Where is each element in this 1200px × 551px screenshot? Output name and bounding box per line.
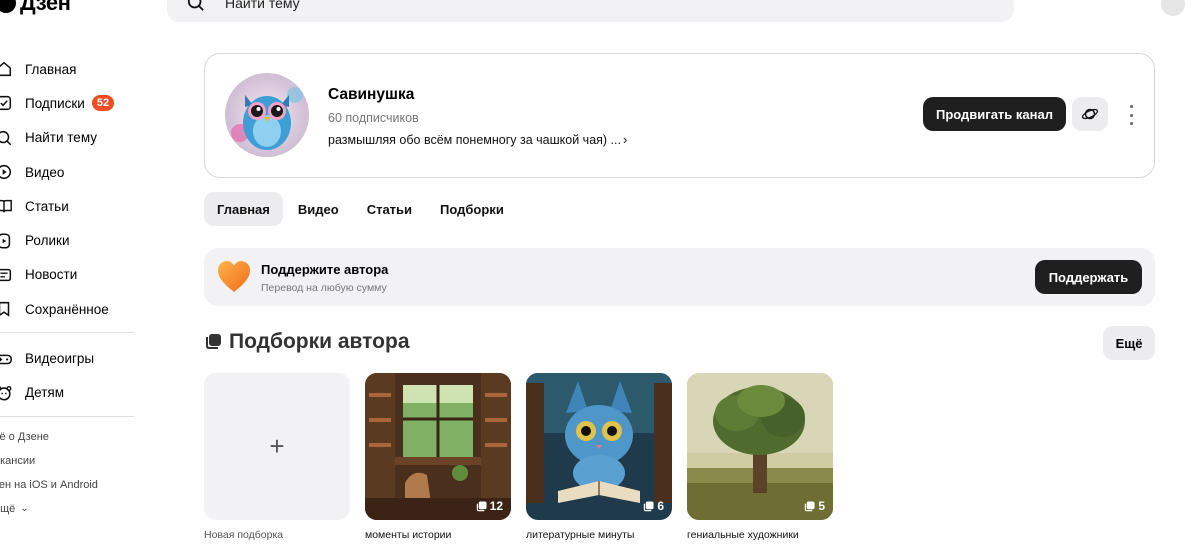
collections-more-button[interactable]: Ещё xyxy=(1103,326,1155,360)
collection-caption: моменты истории xyxy=(365,529,452,541)
sidebar-item-articles[interactable]: Статьи xyxy=(0,189,134,223)
clips-icon xyxy=(0,231,14,251)
support-subtitle: Перевод на любую сумму xyxy=(261,282,387,294)
collection-thumbnail[interactable]: 12 xyxy=(365,373,511,520)
channel-subscribers: 60 подписчиков xyxy=(328,111,419,125)
collection-caption: гениальные художники xyxy=(687,529,799,541)
collections-section-title: Подборки автора xyxy=(204,330,410,354)
footer-link-apps[interactable]: зен на iOS и Android xyxy=(0,473,134,497)
collections-icon xyxy=(206,334,221,349)
sidebar-item-home[interactable]: Главная xyxy=(0,52,134,86)
footer-more-label: ещё xyxy=(0,502,16,515)
sidebar-item-saved[interactable]: Сохранённое xyxy=(0,292,134,326)
sidebar-item-label: Статьи xyxy=(25,198,69,214)
sidebar-item-label: Видеоигры xyxy=(25,351,95,367)
collection-count-value: 5 xyxy=(818,499,825,513)
collections-list: + Новая подборка 12 моменты истории 6 ли… xyxy=(204,373,833,541)
more-options-icon[interactable] xyxy=(1126,105,1136,125)
sidebar-divider xyxy=(0,415,134,417)
planet-icon xyxy=(1081,108,1099,120)
search-icon xyxy=(0,128,14,148)
promote-channel-button[interactable]: Продвигать канал xyxy=(923,97,1066,131)
collection-card[interactable]: 5 гениальные художники xyxy=(687,373,833,541)
collections-title-text: Подборки автора xyxy=(229,330,410,353)
collection-card[interactable]: 6 литературные минуты xyxy=(526,373,672,541)
bookmark-icon xyxy=(0,299,14,319)
footer-link-more[interactable]: ещё ⌄ xyxy=(0,497,134,521)
sidebar-item-video[interactable]: Видео xyxy=(0,155,134,189)
news-icon xyxy=(0,265,14,285)
dzen-logo[interactable]: Дзен xyxy=(0,0,71,16)
channel-description[interactable]: размышляя обо всём понемногу за чашкой ч… xyxy=(328,132,627,147)
dzen-logo-icon xyxy=(0,0,16,13)
support-button[interactable]: Поддержать xyxy=(1035,260,1142,294)
support-author-banner: Поддержите автора Перевод на любую сумму… xyxy=(204,248,1155,306)
heart-icon xyxy=(218,261,250,292)
collection-count-value: 12 xyxy=(489,499,503,513)
collection-caption: литературные минуты xyxy=(526,529,635,541)
tab-collections[interactable]: Подборки xyxy=(427,192,517,226)
collection-thumbnail[interactable]: 6 xyxy=(526,373,672,520)
logo-text: Дзен xyxy=(20,0,71,15)
sidebar-item-label: Подписки xyxy=(25,95,85,111)
sidebar-item-kids[interactable]: Детям xyxy=(0,376,134,410)
search-bar[interactable]: Найти тему xyxy=(167,0,1014,22)
sidebar-item-label: Новости xyxy=(25,267,78,283)
collection-card[interactable]: 12 моменты истории xyxy=(365,373,511,541)
support-title: Поддержите автора xyxy=(261,262,389,277)
sidebar-item-news[interactable]: Новости xyxy=(0,258,134,292)
collection-count: 12 xyxy=(476,499,503,513)
sidebar-footer: сё о Дзене акансии зен на iOS и Android … xyxy=(0,425,134,521)
sidebar-item-label: Главная xyxy=(25,61,77,77)
home-icon xyxy=(0,59,14,79)
collection-count: 6 xyxy=(643,499,664,513)
video-icon xyxy=(0,162,14,182)
collection-count: 5 xyxy=(804,499,825,513)
sidebar-item-subscriptions[interactable]: Подписки 52 xyxy=(0,86,134,120)
kids-icon xyxy=(0,383,14,403)
search-input[interactable]: Найти тему xyxy=(225,0,300,11)
chevron-right-icon: › xyxy=(622,132,628,147)
chevron-down-icon: ⌄ xyxy=(20,503,29,515)
sidebar-item-label: Видео xyxy=(25,164,65,180)
collection-count-value: 6 xyxy=(657,499,664,513)
plus-icon[interactable]: + xyxy=(204,373,350,520)
subscriptions-icon xyxy=(0,93,14,113)
new-collection-card[interactable]: + Новая подборка xyxy=(204,373,350,541)
collection-thumbnail[interactable]: 5 xyxy=(687,373,833,520)
sidebar-item-label: Найти тему xyxy=(25,130,97,146)
sidebar-item-videogames[interactable]: Видеоигры xyxy=(0,341,134,375)
user-avatar[interactable] xyxy=(1161,0,1185,16)
sidebar-item-label: Ролики xyxy=(25,233,70,249)
sidebar: Главная Подписки 52 Найти тему Видео Ста… xyxy=(0,52,134,521)
search-icon xyxy=(187,0,204,11)
tab-articles[interactable]: Статьи xyxy=(354,192,425,226)
sidebar-item-label: Детям xyxy=(25,385,64,401)
channel-avatar[interactable] xyxy=(225,73,309,157)
footer-link-vacancies[interactable]: акансии xyxy=(0,449,134,473)
subscriptions-count-badge: 52 xyxy=(91,95,115,112)
tab-main[interactable]: Главная xyxy=(204,192,283,226)
collections-icon xyxy=(476,500,487,511)
channel-header-card: Савинушка 60 подписчиков размышляя обо в… xyxy=(204,53,1155,178)
gamepad-icon xyxy=(0,349,14,369)
articles-icon xyxy=(0,196,14,216)
new-collection-label: Новая подборка xyxy=(204,529,284,541)
channel-tabs: Главная Видео Статьи Подборки xyxy=(204,192,517,226)
tab-video[interactable]: Видео xyxy=(285,192,352,226)
collections-icon xyxy=(805,500,815,511)
sidebar-item-label: Сохранённое xyxy=(25,301,109,317)
collections-icon xyxy=(644,500,654,511)
sidebar-divider xyxy=(0,332,134,334)
channel-name: Савинушка xyxy=(328,86,415,103)
sidebar-item-clips[interactable]: Ролики xyxy=(0,223,134,257)
channel-description-text: размышляя обо всём понемногу за чашкой ч… xyxy=(328,133,621,147)
footer-link-about[interactable]: сё о Дзене xyxy=(0,425,134,449)
planet-button[interactable] xyxy=(1072,97,1108,131)
sidebar-item-find-topic[interactable]: Найти тему xyxy=(0,121,134,155)
